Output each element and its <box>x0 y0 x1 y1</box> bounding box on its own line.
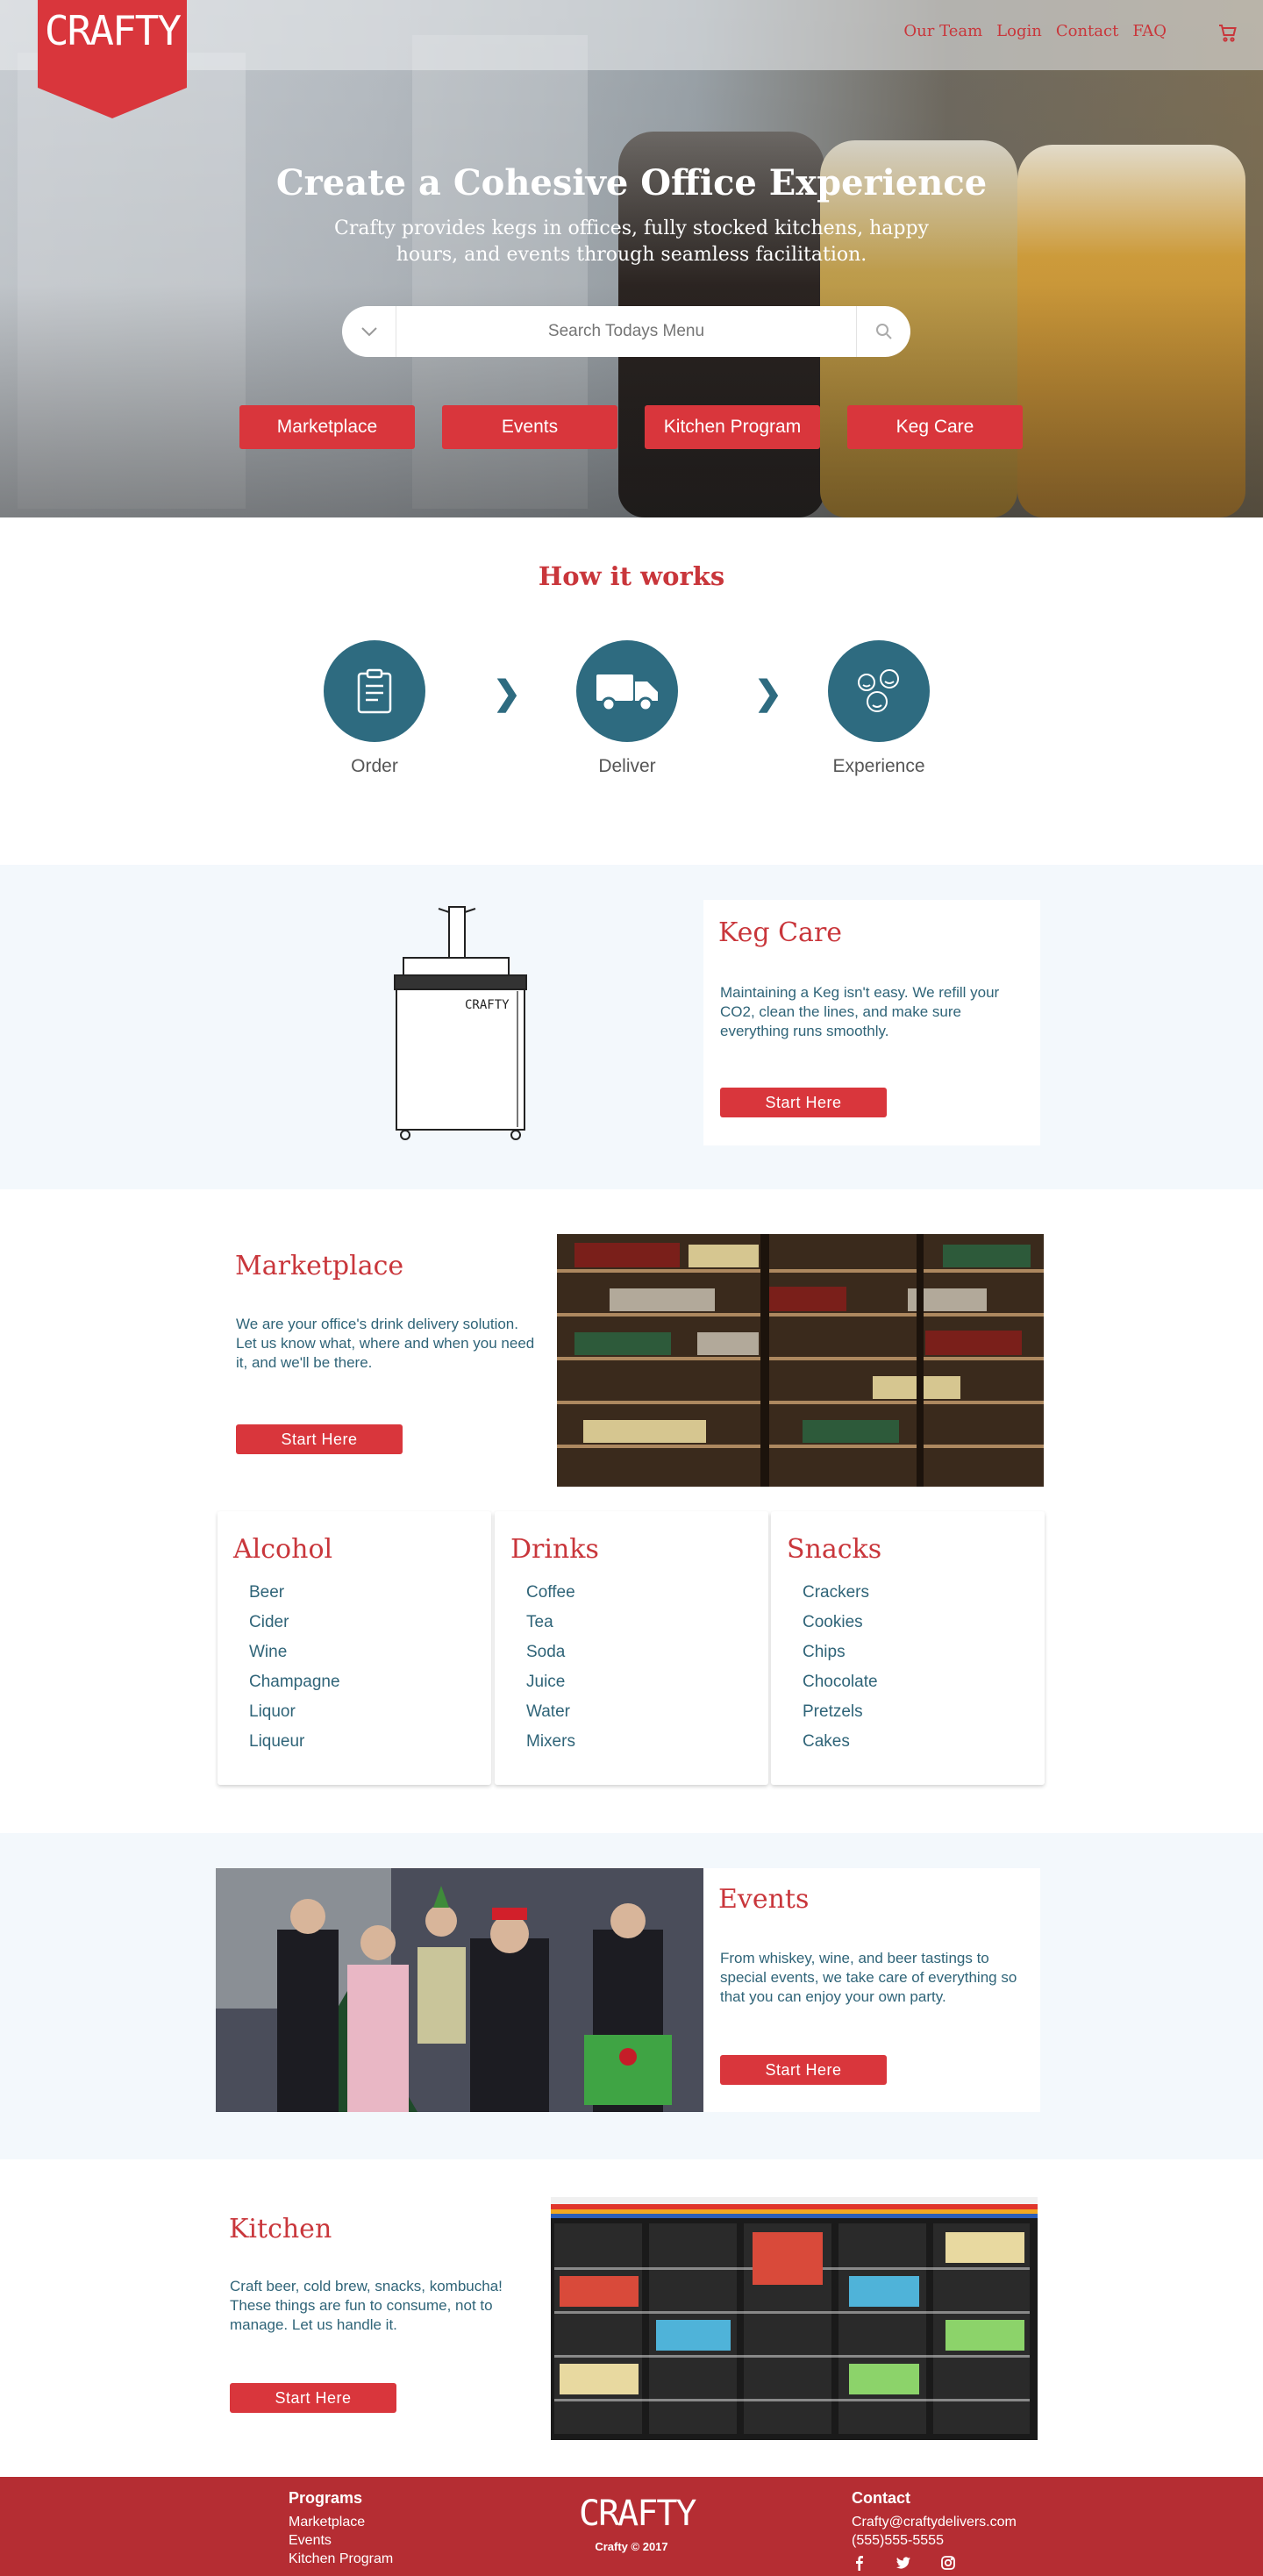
category-list: Coffee Tea Soda Juice Water Mixers <box>526 1578 575 1757</box>
footer-email[interactable]: Crafty@craftydelivers.com <box>852 2513 1017 2531</box>
list-item[interactable]: Champagne <box>249 1667 340 1697</box>
list-item[interactable]: Wine <box>249 1638 340 1667</box>
instagram-icon[interactable] <box>940 2555 956 2571</box>
kitchen-title: Kitchen <box>229 2214 332 2244</box>
keg-care-card: Keg Care Maintaining a Keg isn't easy. W… <box>703 900 1040 1145</box>
events-card: Events From whiskey, wine, and beer tast… <box>703 1868 1040 2112</box>
footer-brand: CRAFTY Crafty © 2017 <box>579 2493 697 2553</box>
footer-contact: Contact Crafty@craftydelivers.com (555)5… <box>852 2489 1017 2571</box>
list-item[interactable]: Crackers <box>803 1578 878 1608</box>
facebook-icon[interactable] <box>852 2555 867 2571</box>
marketplace-start-button[interactable]: Start Here <box>236 1424 403 1454</box>
logo-text: CRAFTY <box>44 7 182 54</box>
cart-icon[interactable] <box>1217 23 1238 44</box>
list-item[interactable]: Chips <box>803 1638 878 1667</box>
chevron-right-icon: ❯ <box>754 675 782 712</box>
list-item[interactable]: Water <box>526 1697 575 1727</box>
marketplace-text: We are your office's drink delivery solu… <box>236 1316 535 1371</box>
list-item[interactable]: Beer <box>249 1578 340 1608</box>
office-party-image <box>216 1868 703 2112</box>
list-item[interactable]: Soda <box>526 1638 575 1667</box>
footer-logo[interactable]: CRAFTY <box>579 2493 697 2535</box>
twitter-icon[interactable] <box>896 2555 911 2571</box>
kitchen-text: Craft beer, cold brew, snacks, kombucha!… <box>230 2278 503 2333</box>
nav-login[interactable]: Login <box>996 22 1042 40</box>
keg-care-section <box>0 865 1263 1189</box>
hero-title: Create a Cohesive Office Experience <box>275 162 988 203</box>
nav-our-team[interactable]: Our Team <box>903 22 982 40</box>
search-input[interactable] <box>396 306 856 357</box>
keg-care-start-button[interactable]: Start Here <box>720 1088 887 1117</box>
liquor-store-image <box>557 1234 1044 1487</box>
category-card-snacks: Snacks Crackers Cookies Chips Chocolate … <box>771 1511 1045 1785</box>
footer-contact-title: Contact <box>852 2489 910 2507</box>
list-item[interactable]: Pretzels <box>803 1697 878 1727</box>
events-button[interactable]: Events <box>442 405 617 449</box>
chevron-down-icon[interactable] <box>342 306 396 357</box>
step-deliver: Deliver <box>576 640 678 777</box>
logo-badge[interactable]: CRAFTY <box>38 0 187 118</box>
kitchen-program-button[interactable]: Kitchen Program <box>645 405 820 449</box>
list-item[interactable]: Juice <box>526 1667 575 1697</box>
category-card-alcohol: Alcohol Beer Cider Wine Champagne Liquor… <box>218 1511 491 1785</box>
fridge-display-image <box>551 2197 1038 2440</box>
nav-contact[interactable]: Contact <box>1056 22 1118 40</box>
events-title: Events <box>718 1884 810 1915</box>
hero-buttons: Marketplace Events Kitchen Program Keg C… <box>239 405 1023 449</box>
step-order: Order <box>324 640 425 777</box>
category-list: Beer Cider Wine Champagne Liquor Liqueur <box>249 1578 340 1757</box>
list-item[interactable]: Cakes <box>803 1727 878 1757</box>
events-text: From whiskey, wine, and beer tastings to… <box>720 1950 1017 2005</box>
events-start-button[interactable]: Start Here <box>720 2055 887 2085</box>
list-item[interactable]: Coffee <box>526 1578 575 1608</box>
keg-care-title: Keg Care <box>718 917 843 948</box>
category-title: Snacks <box>787 1534 882 1565</box>
hero-section: CRAFTY Our Team Login Contact FAQ Create… <box>0 0 1263 517</box>
kegerator-image: CRAFTY <box>386 903 535 1145</box>
step-label: Experience <box>832 756 925 776</box>
how-it-works-title: How it works <box>538 561 725 591</box>
footer-programs: Programs Marketplace Events Kitchen Prog… <box>289 2489 393 2568</box>
search-bar <box>342 306 910 357</box>
footer-programs-title: Programs <box>289 2489 363 2507</box>
marketplace-title: Marketplace <box>235 1251 404 1281</box>
kitchen-start-button[interactable]: Start Here <box>230 2383 396 2413</box>
list-item[interactable]: Chocolate <box>803 1667 878 1697</box>
chevron-right-icon: ❯ <box>493 675 521 712</box>
step-label: Order <box>351 756 398 776</box>
list-item[interactable]: Tea <box>526 1608 575 1638</box>
category-list: Crackers Cookies Chips Chocolate Pretzel… <box>803 1578 878 1757</box>
hero-subtitle: Crafty provides kegs in offices, fully s… <box>334 218 929 266</box>
keg-care-button[interactable]: Keg Care <box>847 405 1023 449</box>
nav-faq[interactable]: FAQ <box>1132 22 1167 40</box>
social-links <box>852 2555 1017 2571</box>
list-item[interactable]: Cider <box>249 1608 340 1638</box>
step-experience: Experience <box>828 640 930 777</box>
category-card-drinks: Drinks Coffee Tea Soda Juice Water Mixer… <box>495 1511 768 1785</box>
footer-phone: (555)555-5555 <box>852 2533 944 2548</box>
list-item[interactable]: Mixers <box>526 1727 575 1757</box>
category-title: Drinks <box>510 1534 599 1565</box>
list-item[interactable]: Liqueur <box>249 1727 340 1757</box>
keg-care-text: Maintaining a Keg isn't easy. We refill … <box>720 984 1000 1039</box>
list-item[interactable]: Cookies <box>803 1608 878 1638</box>
footer-link-kitchen-program[interactable]: Kitchen Program <box>289 2550 393 2568</box>
clipboard-icon <box>324 640 425 742</box>
smiley-faces-icon <box>828 640 930 742</box>
marketplace-button[interactable]: Marketplace <box>239 405 415 449</box>
footer: Programs Marketplace Events Kitchen Prog… <box>0 2477 1263 2576</box>
main-nav: Our Team Login Contact FAQ <box>903 22 1167 40</box>
footer-copyright: Crafty © 2017 <box>595 2540 668 2553</box>
step-label: Deliver <box>598 756 656 776</box>
footer-link-events[interactable]: Events <box>289 2531 393 2550</box>
list-item[interactable]: Liquor <box>249 1697 340 1727</box>
kegerator-label: CRAFTY <box>465 998 510 1012</box>
truck-icon <box>576 640 678 742</box>
search-icon[interactable] <box>856 306 910 357</box>
category-title: Alcohol <box>233 1534 333 1565</box>
footer-link-marketplace[interactable]: Marketplace <box>289 2513 393 2531</box>
